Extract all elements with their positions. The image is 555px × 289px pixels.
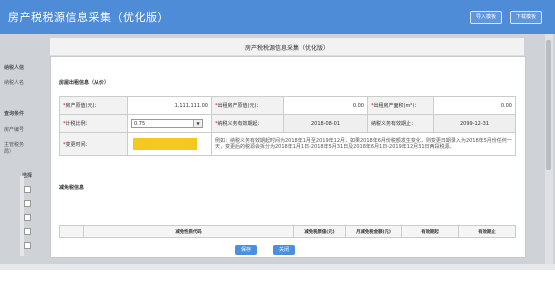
source-info-dialog: 房屋出租信息（从价） *房产原值(元)： 1,111,111.00 *出租房产原… [50,56,526,258]
vertical-scroll-thumb[interactable] [546,40,551,170]
rent-area-field[interactable]: 0.00 [433,96,516,115]
taxpayer-name-label: 纳税人名 [4,80,25,86]
reduce-column-header: 减免税原值(元) [293,225,346,238]
reduce-table-header: 减免性质代码 减免税原值(元) 月减免税金额(元) 有效期起 有效期止 [59,225,516,238]
row-checkbox[interactable] [24,200,31,207]
rent-area-label: *出租房产面积(m²)： [367,96,434,115]
obligation-end-field[interactable]: 2099-12-31 [433,114,516,133]
dialog-title: 房产税税源信息采集（优化版） [244,45,329,52]
obligation-end-label: 纳税义务有效期止： [367,114,434,133]
obligation-start-field[interactable]: 2018-08-01 [283,114,368,133]
tax-ratio-select[interactable]: 0.75 ▼ [131,119,203,128]
reduce-column-header: 有效期起 [401,225,459,238]
change-time-cell [127,132,212,156]
row-checkbox[interactable] [24,228,31,235]
dialog-header: 房产税税源信息采集（优化版） [50,38,524,56]
change-time-note: 例如：纳税义务有效期起时间为2018年1月至2019年12月，如果2018年6月… [211,132,516,156]
reduce-select-column [59,225,84,238]
obligation-start-label: *纳税义务有效期起： [211,114,284,133]
row-checkbox[interactable] [24,214,31,221]
download-template-button[interactable]: 下载模板 [510,11,543,24]
reduce-column-header: 月减免税金额(元) [345,225,402,238]
page-title: 房产税税源信息采集（优化版） [8,11,169,24]
close-button[interactable]: 关闭 [273,245,296,255]
rent-original-value-field[interactable]: 0.00 [283,96,368,115]
reduce-column-header: 有效期止 [458,225,516,238]
tax-ratio-label: *计税比例： [59,114,128,133]
rental-section-heading: 房屋出租信息（从价） [59,80,110,86]
import-template-button[interactable]: 导入模板 [470,11,503,24]
original-value-label: *房产原值(元)： [59,96,128,115]
row-checkbox[interactable] [24,186,31,193]
save-button[interactable]: 保存 [235,245,258,255]
page-header: 房产税税源信息采集（优化版） 导入模板 下载模板 [0,0,555,34]
rent-original-value-label: *出租房产原值(元)： [211,96,284,115]
reduce-section-heading: 减免税信息 [59,185,85,191]
change-time-input[interactable] [133,138,197,150]
row-checkbox[interactable] [24,242,31,249]
query-conditions-heading: 查询条件 [4,111,25,117]
rental-form-table: *房产原值(元)： 1,111,111.00 *出租房产原值(元)： 0.00 … [59,96,516,156]
chevron-down-icon[interactable]: ▼ [193,120,202,127]
tax-ratio-cell: 0.75 ▼ [127,114,212,133]
tax-authority-label-suffix: 局） [4,149,15,155]
taxpayer-info-heading: 纳税人信 [4,65,25,71]
tax-authority-label: 主管税务 [4,142,25,148]
change-time-label: *变更时间： [59,132,128,156]
original-value-field[interactable]: 1,111,111.00 [127,96,212,115]
reduce-column-header: 减免性质代码 [83,225,294,238]
reduce-table: 减免性质代码 减免税原值(元) 月减免税金额(元) 有效期起 有效期止 [59,225,516,238]
page-footer-area [0,270,555,289]
property-number-label: 房产编号 [4,127,25,133]
